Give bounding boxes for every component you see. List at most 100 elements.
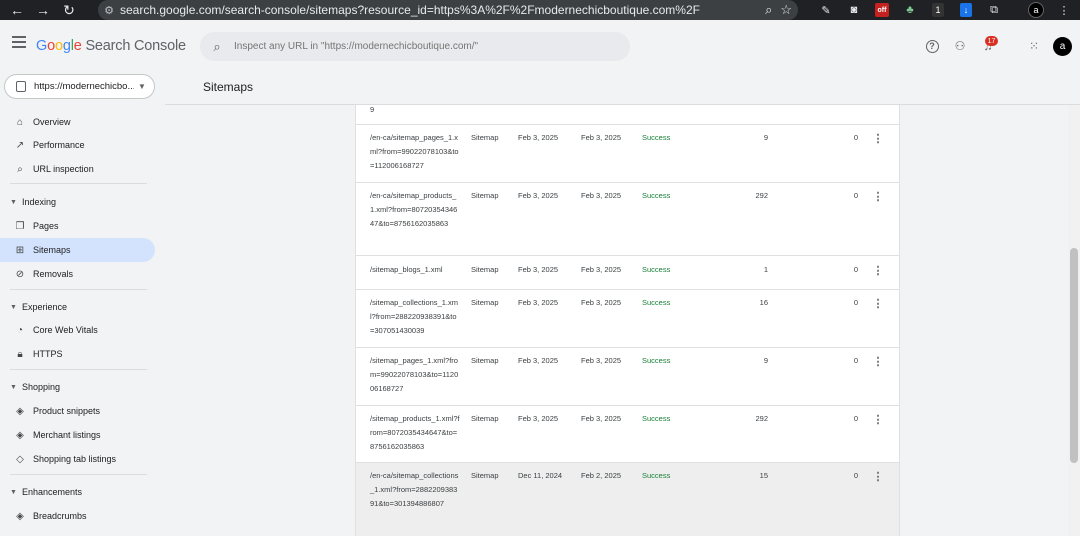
discovered-pages: 292 [755, 191, 768, 200]
sitemap-icon: ⊞ [15, 244, 25, 256]
sidebar-item-performance[interactable]: ↗ Performance [0, 133, 155, 157]
status-success: Success [642, 414, 671, 423]
badge-extension-icon[interactable]: 1 [930, 3, 946, 17]
section-enhancements[interactable]: ▼ Enhancements [0, 482, 155, 502]
sidebar-item-merchant-listings[interactable]: ◈ Merchant listings [0, 423, 155, 447]
logo-letter: g [62, 38, 71, 54]
table-row[interactable]: /sitemap_products_1.xml?from=80720354346… [356, 406, 899, 463]
search-console-logo[interactable]: Google Search Console [36, 38, 186, 54]
last-read-date: Feb 3, 2025 [581, 356, 622, 365]
sidebar-item-url-inspection[interactable]: ⌕ URL inspection [0, 157, 155, 181]
sidebar-divider [10, 474, 147, 475]
table-row[interactable]: /sitemap_blogs_1.xml Sitemap Feb 3, 2025… [356, 256, 899, 290]
table-row[interactable]: /en-ca/sitemap_products_1.xml?from=80720… [356, 183, 899, 256]
apps-grid-icon[interactable]: ⁙ [1025, 37, 1043, 55]
address-url[interactable]: search.google.com/search-console/sitemap… [120, 3, 700, 17]
sitemap-type: Sitemap [471, 298, 499, 307]
table-row[interactable]: /en-ca/sitemap_pages_1.xml?from=99022078… [356, 125, 899, 183]
sidebar-item-removals[interactable]: ⊘ Removals [0, 262, 155, 286]
discovered-videos: 0 [853, 298, 858, 307]
help-icon[interactable]: ? [923, 37, 941, 55]
zoom-icon[interactable]: ⌕ [765, 2, 772, 18]
hamburger-menu-icon[interactable] [12, 36, 26, 48]
sidebar-item-core-web-vitals[interactable]: ◔ Core Web Vitals [0, 318, 155, 342]
more-vert-icon[interactable]: ⋮ [871, 298, 885, 310]
sitemap-url[interactable]: /en-ca/sitemap_products_1.xml?from=80720… [370, 189, 460, 231]
back-icon[interactable]: ← [4, 0, 30, 20]
scrollbar-thumb[interactable] [1070, 248, 1078, 463]
more-vert-icon[interactable]: ⋮ [871, 191, 885, 203]
pen-extension-icon[interactable]: ✎ [818, 3, 834, 17]
account-avatar[interactable]: a [1053, 37, 1072, 56]
more-vert-icon[interactable]: ⋮ [871, 265, 885, 277]
sitemap-url[interactable]: /sitemap_collections_1.xml?from=28822093… [370, 296, 460, 338]
sitemap-url[interactable]: /en-ca/sitemap_pages_1.xml?from=99022078… [370, 131, 460, 173]
forward-icon[interactable]: → [30, 0, 56, 20]
table-row-hovered[interactable]: /en-ca/sitemap_collections_1.xml?from=28… [356, 463, 899, 536]
discovered-videos: 0 [853, 356, 858, 365]
more-vert-icon[interactable]: ⋮ [871, 356, 885, 368]
sitemap-type: Sitemap [471, 265, 499, 274]
camera-extension-icon[interactable]: ◙ [846, 3, 862, 17]
property-selector[interactable]: https://modernechicbo... ▼ [4, 74, 155, 99]
sidebar-item-sitemaps[interactable]: ⊞ Sitemaps [0, 238, 155, 262]
discovered-pages: 15 [759, 471, 768, 480]
submitted-date: Feb 3, 2025 [518, 265, 559, 274]
speed-gauge-icon: ◔ [16, 324, 24, 336]
site-info-icon[interactable]: ⚙ [98, 0, 120, 20]
sitemap-url[interactable]: /sitemap_blogs_1.xml [370, 263, 480, 277]
submitted-date: Dec 11, 2024 [518, 471, 563, 480]
section-experience[interactable]: ▼ Experience [0, 297, 155, 317]
discovered-videos: 0 [853, 471, 858, 480]
sidebar-item-overview[interactable]: ⌂ Overview [0, 110, 155, 134]
browser-profile-avatar[interactable]: a [1028, 2, 1044, 18]
table-row[interactable]: /sitemap_pages_1.xml?from=99022078103&to… [356, 348, 899, 406]
search-icon: ⌕ [213, 38, 221, 54]
table-row[interactable]: /sitemap_collections_1.xml?from=28822093… [356, 290, 899, 348]
last-read-date: Feb 3, 2025 [581, 414, 622, 423]
download-arrow-icon: ↓ [960, 3, 972, 17]
sitemap-type: Sitemap [471, 414, 499, 423]
search-input[interactable] [234, 41, 614, 52]
sidebar-item-label: URL inspection [33, 164, 94, 174]
sidebar-item-shopping-tab-listings[interactable]: ◇ Shopping tab listings [0, 447, 155, 471]
more-vert-icon[interactable]: ⋮ [871, 133, 885, 145]
diamond-icon: ◈ [16, 510, 24, 522]
sidebar-item-label: Core Web Vitals [33, 325, 98, 335]
sitemap-type: Sitemap [471, 191, 499, 200]
more-vert-icon[interactable]: ⋮ [871, 471, 885, 483]
browser-profile: a ⋮ [1028, 0, 1078, 20]
extensions-bar: ✎ ◙ off ♣ 1 ↓ ⧉ [812, 0, 1008, 20]
discovered-pages: 1 [763, 265, 768, 274]
sidebar-item-pages[interactable]: ❐ Pages [0, 214, 155, 238]
manage-users-icon[interactable]: ⚇ [951, 37, 969, 55]
reload-icon[interactable]: ↻ [56, 0, 82, 20]
off-extension-icon[interactable]: off [874, 3, 890, 17]
sidebar-item-label: Performance [33, 140, 85, 150]
page-scrollbar[interactable] [1068, 105, 1080, 536]
table-row-partial[interactable]: 9 [356, 105, 899, 125]
search-icon: ⌕ [17, 163, 23, 175]
sidebar-item-https[interactable]: 🔒︎ HTTPS [0, 342, 155, 366]
sidebar-item-product-snippets[interactable]: ◈ Product snippets [0, 399, 155, 423]
status-success: Success [642, 133, 671, 142]
puzzle-extensions-icon[interactable]: ⧉ [986, 3, 1002, 17]
sitemap-type: Sitemap [471, 471, 499, 480]
kebab-menu-icon[interactable]: ⋮ [1056, 3, 1072, 17]
sidebar-item-label: Pages [33, 221, 59, 231]
address-bar[interactable]: ⚙ search.google.com/search-console/sitem… [98, 0, 798, 20]
more-vert-icon[interactable]: ⋮ [871, 414, 885, 426]
section-shopping[interactable]: ▼ Shopping [0, 377, 155, 397]
submitted-date: Feb 3, 2025 [518, 133, 559, 142]
sitemap-url[interactable]: /en-ca/sitemap_collections_1.xml?from=28… [370, 469, 460, 511]
sitemap-url[interactable]: /sitemap_products_1.xml?from=80720354346… [370, 412, 460, 454]
sitemap-url[interactable]: /sitemap_pages_1.xml?from=99022078103&to… [370, 354, 460, 396]
url-inspection-search[interactable]: ⌕ [200, 32, 630, 61]
sidebar-item-breadcrumbs[interactable]: ◈ Breadcrumbs [0, 504, 155, 528]
pages-icon: ❐ [15, 220, 25, 232]
bookmark-star-icon[interactable]: ☆ [780, 2, 792, 18]
section-indexing[interactable]: ▼ Indexing [0, 192, 155, 212]
download-extension-icon[interactable]: ↓ [958, 3, 974, 17]
caret-down-icon: ▼ [10, 198, 17, 206]
leaf-extension-icon[interactable]: ♣ [902, 3, 918, 17]
